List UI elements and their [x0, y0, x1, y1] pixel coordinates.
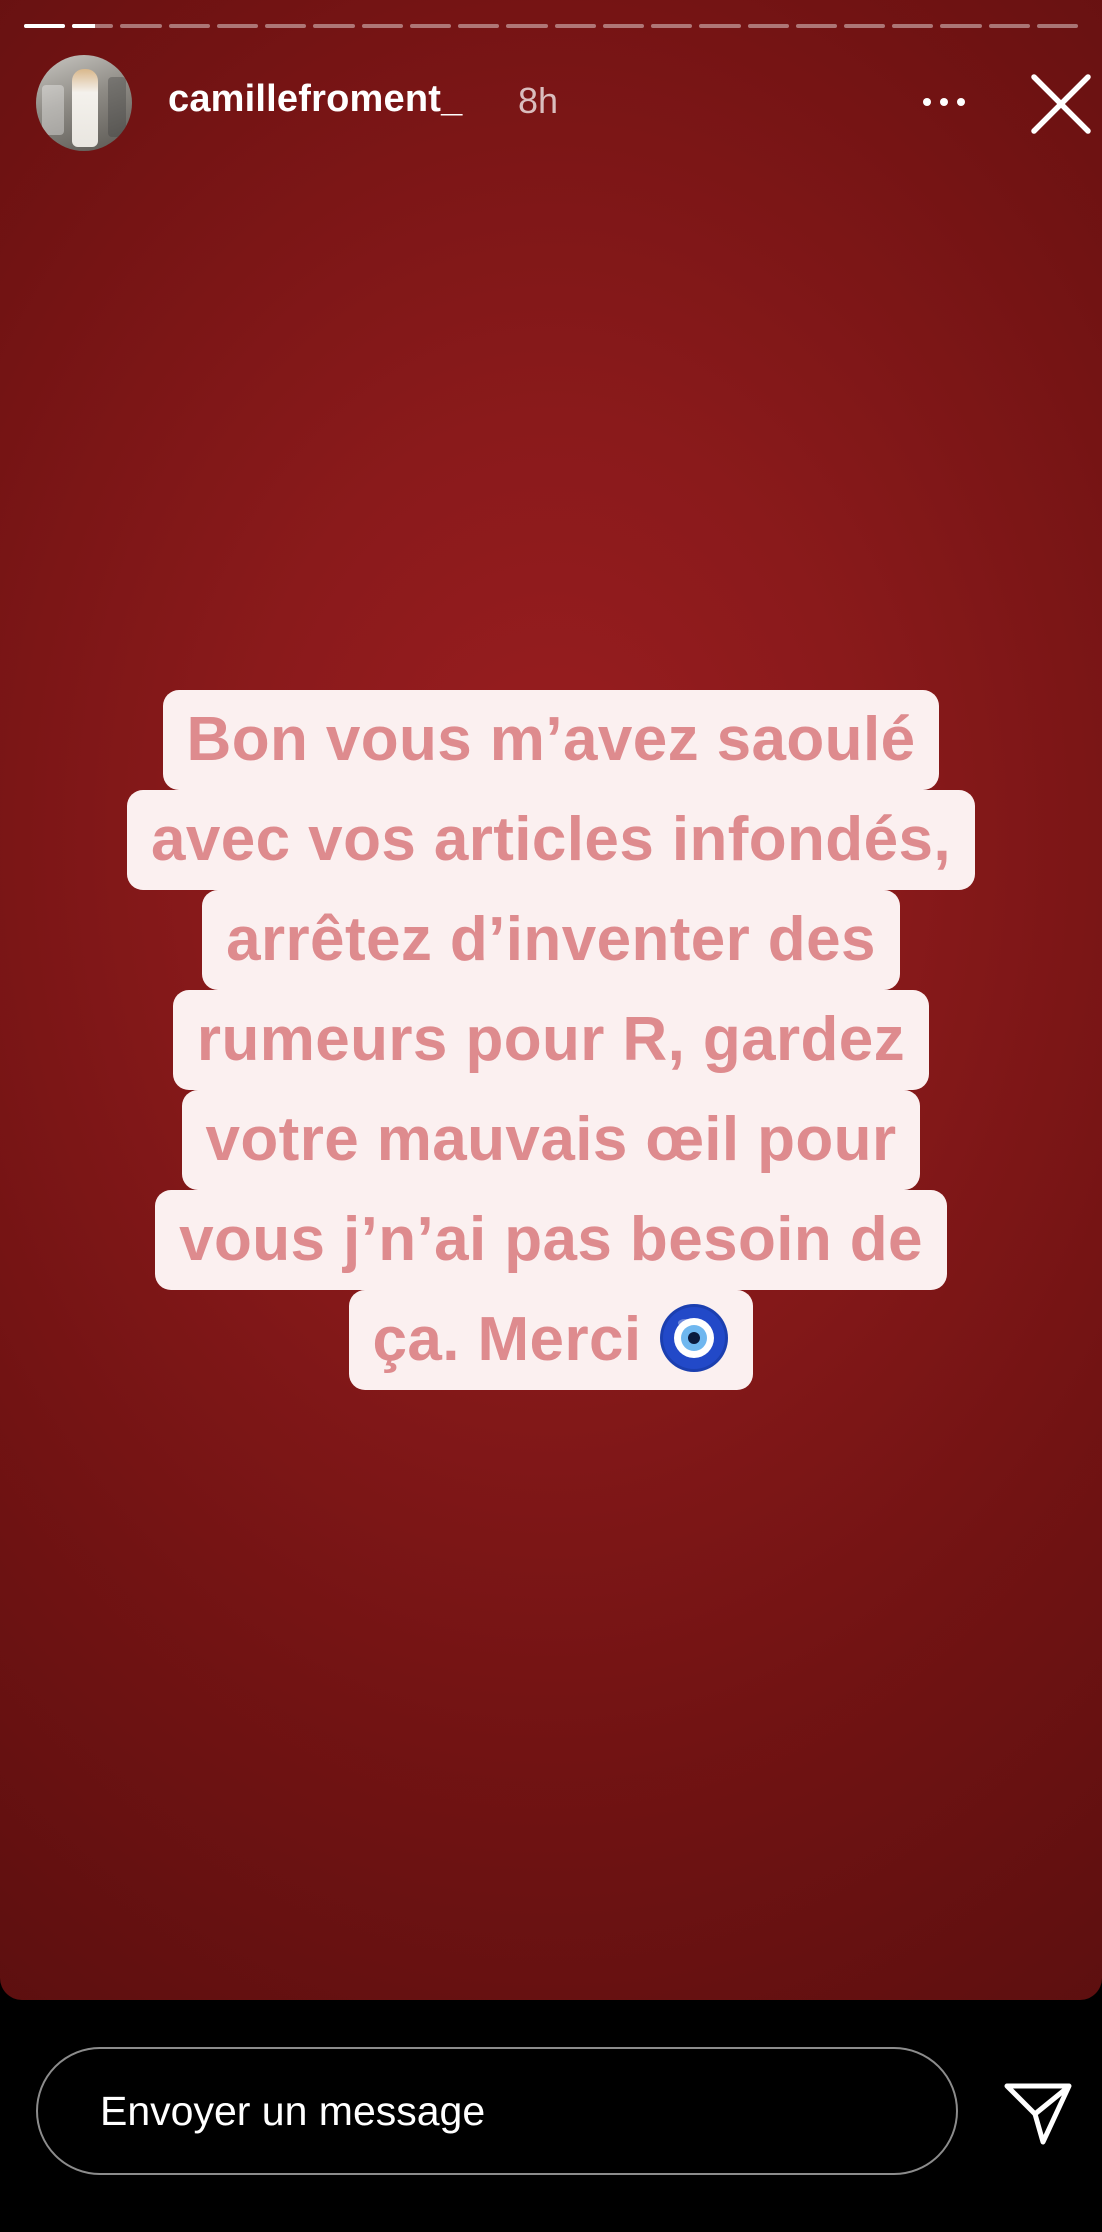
progress-segment	[554, 24, 596, 28]
story-caption: Bon vous m’avez saoulé avec vos articles…	[0, 690, 1102, 1390]
avatar[interactable]	[36, 55, 132, 151]
caption-line: arrêtez d’inventer des	[202, 890, 900, 990]
progress-segment	[361, 24, 403, 28]
more-dots-icon	[923, 98, 931, 106]
progress-segment	[988, 24, 1030, 28]
caption-line: Bon vous m’avez saoulé	[162, 690, 940, 790]
story-progress-bar	[24, 24, 1079, 28]
caption-line: rumeurs pour R, gardez	[172, 990, 930, 1090]
username[interactable]: camillefroment_	[168, 78, 462, 121]
caption-line: vous j’n’ai pas besoin de	[155, 1190, 947, 1290]
progress-segment	[506, 24, 548, 28]
caption-line: votre mauvais œil pour	[181, 1090, 921, 1190]
progress-segment	[168, 24, 210, 28]
progress-segment	[602, 24, 645, 28]
progress-segment	[72, 24, 114, 28]
progress-segment	[458, 24, 500, 28]
progress-segment	[409, 24, 452, 28]
close-icon[interactable]	[1030, 73, 1092, 135]
progress-segment	[120, 24, 162, 28]
progress-segment	[795, 24, 837, 28]
progress-segment	[940, 24, 982, 28]
progress-segment	[892, 24, 934, 28]
progress-segment	[699, 24, 741, 28]
story-viewer[interactable]: camillefroment_ 8h Bon vous m’avez saoul…	[0, 0, 1102, 2000]
progress-segment	[651, 24, 693, 28]
send-paper-plane-icon[interactable]	[1003, 2078, 1073, 2148]
story-timestamp: 8h	[518, 80, 559, 121]
progress-segment	[747, 24, 789, 28]
progress-segment	[313, 24, 355, 28]
progress-segment	[24, 24, 66, 28]
caption-line: ça. Merci	[372, 1305, 642, 1374]
progress-segment	[843, 24, 886, 28]
message-input[interactable]	[36, 2047, 958, 2175]
progress-segment	[265, 24, 307, 28]
progress-segment	[216, 24, 259, 28]
progress-segment	[1036, 24, 1079, 28]
nazar-amulet-icon	[660, 1303, 729, 1372]
caption-line: avec vos articles infondés,	[127, 790, 975, 890]
caption-line-last: ça. Merci	[348, 1290, 754, 1390]
more-options-button[interactable]	[912, 80, 976, 124]
